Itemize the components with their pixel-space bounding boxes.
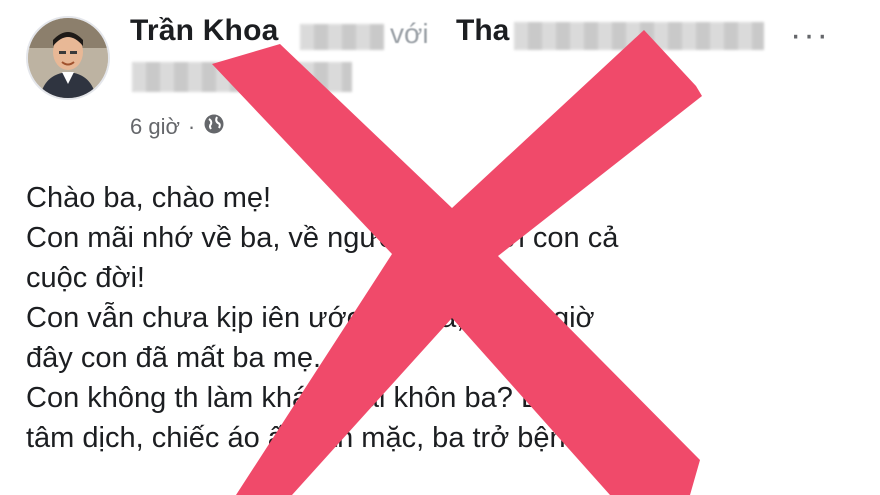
avatar[interactable]: [26, 16, 110, 100]
tagged-user-name[interactable]: Tha: [456, 14, 509, 48]
post-line: cuộc đời!: [26, 262, 145, 294]
meta-separator: ·: [187, 114, 196, 139]
blurred-text: [300, 24, 384, 50]
facebook-post-screenshot: Trần Khoa với Tha ··· 6 giờ · Chào ba, c…: [0, 0, 880, 495]
blurred-tagged-users: [514, 22, 764, 50]
blurred-second-line: [132, 62, 352, 92]
globe-icon: [203, 113, 225, 141]
post-line: Chào ba, chào mẹ!: [26, 182, 272, 214]
profile-photo-icon: [28, 18, 108, 98]
post-line: Con mãi nhớ về ba, về người gắng với con…: [26, 222, 619, 254]
post-body: Chào ba, chào mẹ! Con mãi nhớ về ba, về …: [26, 178, 866, 458]
more-dots-icon[interactable]: ···: [790, 18, 830, 52]
post-meta: 6 giờ ·: [130, 113, 225, 141]
post-time[interactable]: 6 giờ: [130, 114, 180, 140]
post-line: Con vẫn chưa kịp iên ước cho ba,mẹ thì g…: [26, 302, 595, 334]
post-line: đây con đã mất ba mẹ.: [26, 342, 321, 374]
post-line: tâm dịch, chiếc áo ấy vẫn mặc, ba trở bệ…: [26, 422, 666, 454]
with-word: với: [390, 18, 429, 49]
author-name[interactable]: Trần Khoa: [130, 14, 279, 48]
post-line: Con không th làm khác phải khôn ba? Ba v…: [26, 382, 612, 414]
